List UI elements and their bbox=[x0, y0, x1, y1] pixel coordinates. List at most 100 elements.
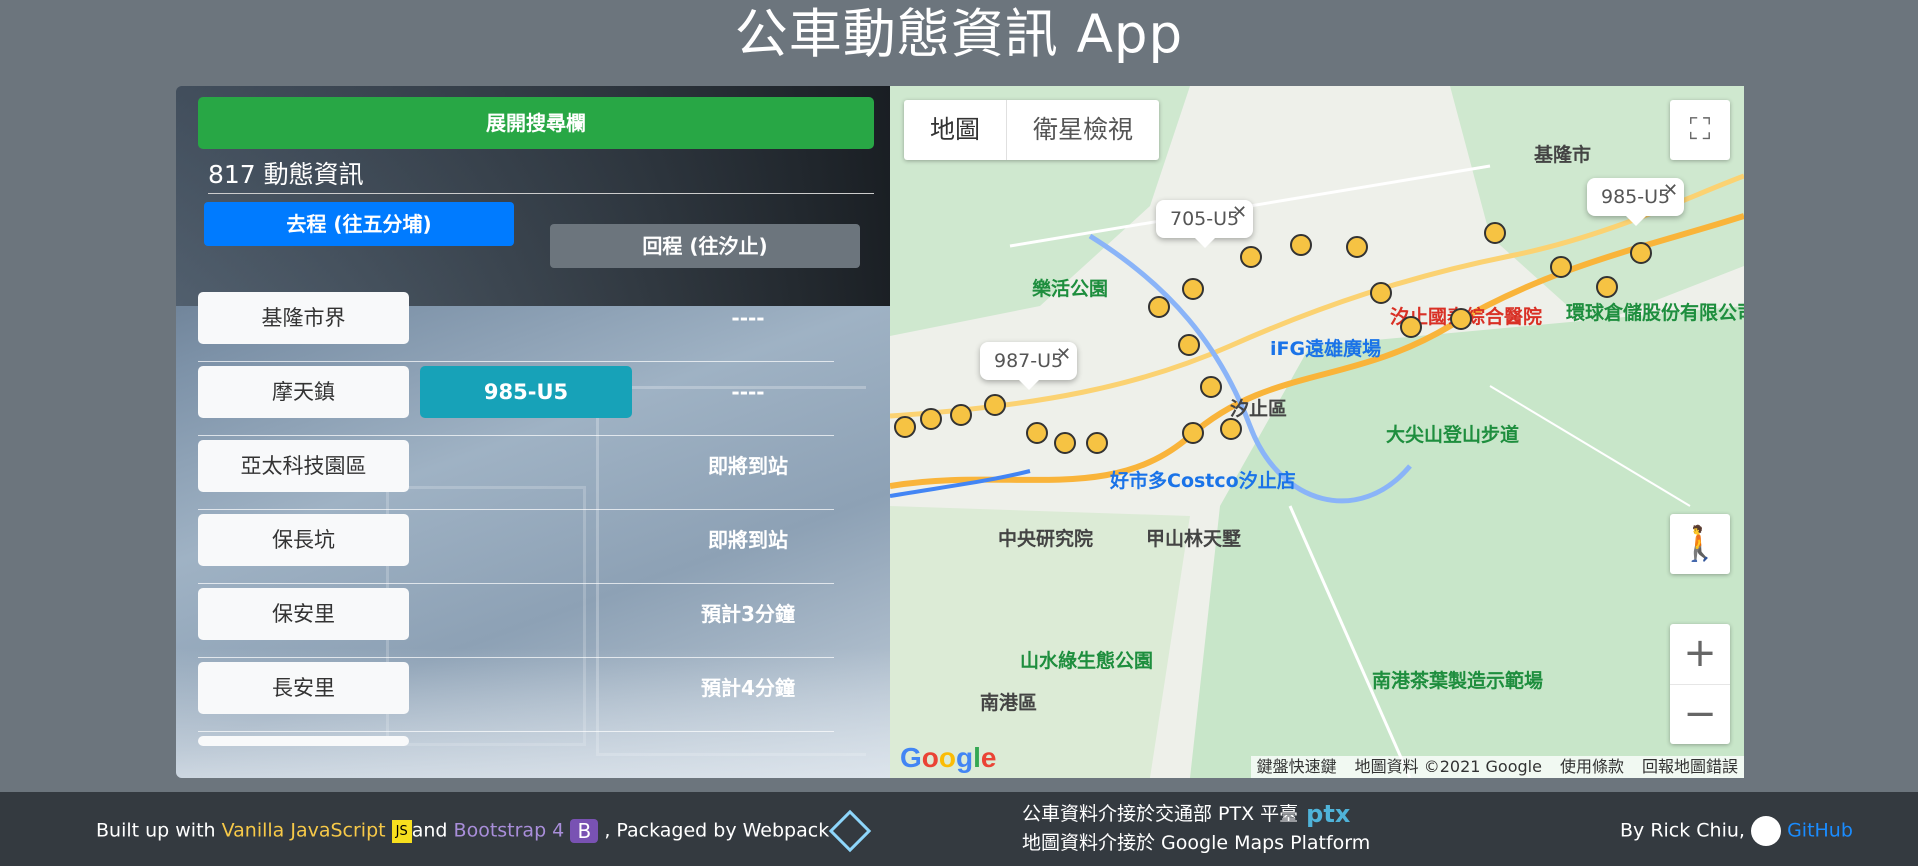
bus-info-panel: 展開搜尋欄 817 動態資訊 去程 (往五分埔) 回程 (往汐止) 基隆市界 -… bbox=[176, 86, 890, 778]
stop-row-partial bbox=[198, 732, 834, 778]
poi-label[interactable]: 環球倉儲股份有限公司 bbox=[1566, 298, 1744, 325]
zoom-out-button[interactable]: − bbox=[1670, 684, 1730, 744]
poi-label[interactable]: 大尖山登山步道 bbox=[1386, 420, 1519, 447]
bus-marker-icon[interactable] bbox=[1484, 222, 1506, 244]
stop-row: 長安里 預計4分鐘 bbox=[198, 658, 834, 732]
bus-marker-icon[interactable] bbox=[1200, 376, 1222, 398]
expand-search-button[interactable]: 展開搜尋欄 bbox=[198, 97, 874, 149]
bus-marker-icon[interactable] bbox=[984, 394, 1006, 416]
infowindow-label: 987-U5 bbox=[994, 350, 1064, 372]
poi-label: 基隆市 bbox=[1534, 144, 1592, 166]
keyboard-shortcuts-link[interactable]: 鍵盤快速鍵 bbox=[1257, 756, 1337, 778]
bus-marker-icon[interactable] bbox=[1178, 334, 1200, 356]
stop-status: 預計4分鐘 bbox=[701, 676, 795, 700]
infowindow-label: 985-U5 bbox=[1601, 186, 1671, 208]
bus-marker-icon[interactable] bbox=[1182, 422, 1204, 444]
map-type-map-button[interactable]: 地圖 bbox=[904, 100, 1006, 160]
close-icon[interactable]: ✕ bbox=[1663, 180, 1678, 201]
ptx-text: 公車資料介接於交通部 PTX 平臺 bbox=[1022, 803, 1299, 825]
github-icon[interactable] bbox=[1751, 816, 1782, 846]
stop-status: 預計3分鐘 bbox=[701, 602, 795, 626]
bus-marker-icon[interactable] bbox=[1290, 234, 1312, 256]
stop-name-button[interactable]: 基隆市界 bbox=[198, 292, 409, 344]
webpack-icon bbox=[829, 809, 872, 853]
close-icon[interactable]: ✕ bbox=[1232, 202, 1247, 223]
infowindow-label: 705-U5 bbox=[1170, 208, 1240, 230]
bus-infowindow[interactable]: 987-U5 ✕ bbox=[980, 342, 1078, 390]
bootstrap-link[interactable]: Bootstrap 4 bbox=[454, 820, 565, 842]
footer-text: and bbox=[411, 819, 454, 842]
stop-status: 即將到站 bbox=[708, 528, 788, 552]
fullscreen-icon[interactable]: ⛶ bbox=[1670, 100, 1730, 160]
route-title: 817 動態資訊 bbox=[208, 156, 874, 194]
direction-back-button[interactable]: 回程 (往汐止) bbox=[550, 224, 860, 268]
bus-marker-icon[interactable] bbox=[1054, 432, 1076, 454]
map-data-text: 地圖資料 ©2021 Google bbox=[1354, 757, 1542, 776]
page-title: 公車動態資訊 App bbox=[734, 4, 1184, 65]
bus-marker-icon[interactable] bbox=[1182, 278, 1204, 300]
poi-label[interactable]: 山水綠生態公園 bbox=[1020, 646, 1153, 673]
stop-name-button[interactable]: 保長坑 bbox=[198, 514, 409, 566]
poi-label[interactable]: 好市多Costco汐止店 bbox=[1110, 466, 1296, 493]
poi-label[interactable]: 樂活公園 bbox=[1032, 274, 1108, 301]
poi-label: 南港區 bbox=[980, 692, 1038, 714]
zoom-in-button[interactable]: + bbox=[1670, 624, 1730, 684]
ptx-logo-icon[interactable]: ptx bbox=[1306, 800, 1350, 829]
vanilla-js-link[interactable]: Vanilla JavaScript bbox=[222, 820, 386, 842]
bus-plate-badge: 985-U5 bbox=[420, 366, 632, 418]
bus-marker-icon[interactable] bbox=[1148, 296, 1170, 318]
footer-text: Built up with bbox=[96, 819, 222, 842]
bus-marker-icon[interactable] bbox=[1450, 308, 1472, 330]
bus-marker-icon[interactable] bbox=[1596, 276, 1618, 298]
bus-infowindow[interactable]: 985-U5 ✕ bbox=[1587, 178, 1685, 226]
poi-label[interactable]: 南港茶葉製造示範場 bbox=[1372, 666, 1543, 693]
stop-row: 亞太科技園區 即將到站 bbox=[198, 436, 834, 510]
report-error-link[interactable]: 回報地圖錯誤 bbox=[1642, 756, 1738, 778]
stop-status: 即將到站 bbox=[708, 454, 788, 478]
poi-label[interactable]: 中央研究院 bbox=[998, 524, 1093, 551]
footer-credits: Built up with Vanilla JavaScript JS and B… bbox=[96, 809, 872, 853]
bus-marker-icon[interactable] bbox=[1220, 418, 1242, 440]
stop-status: ---- bbox=[731, 306, 765, 330]
pegman-icon[interactable]: 🚶 bbox=[1670, 514, 1730, 574]
bus-marker-icon[interactable] bbox=[1400, 316, 1422, 338]
bus-marker-icon[interactable] bbox=[1026, 422, 1048, 444]
site-footer: Built up with Vanilla JavaScript JS and B… bbox=[0, 792, 1918, 866]
bootstrap-icon: B bbox=[570, 819, 599, 843]
footer-author: By Rick Chiu, GitHub bbox=[1620, 816, 1853, 846]
poi-label[interactable]: 甲山林天墅 bbox=[1146, 524, 1241, 551]
poi-label[interactable]: iFG遠雄廣場 bbox=[1270, 334, 1381, 361]
bus-marker-icon[interactable] bbox=[950, 404, 972, 426]
stop-name-button[interactable]: 保安里 bbox=[198, 588, 409, 640]
map-type-control: 地圖 衛星檢視 bbox=[904, 100, 1160, 160]
bus-marker-icon[interactable] bbox=[1550, 256, 1572, 278]
terms-link[interactable]: 使用條款 bbox=[1560, 756, 1624, 778]
author-text: By Rick Chiu, bbox=[1620, 819, 1745, 842]
bus-infowindow[interactable]: 705-U5 ✕ bbox=[1156, 200, 1254, 248]
stop-row: 保長坑 即將到站 bbox=[198, 510, 834, 584]
stop-name-button[interactable]: 摩天鎮 bbox=[198, 366, 409, 418]
bus-marker-icon[interactable] bbox=[1240, 246, 1262, 268]
bus-marker-icon[interactable] bbox=[1370, 282, 1392, 304]
js-icon: JS bbox=[391, 819, 412, 843]
stop-row: 保安里 預計3分鐘 bbox=[198, 584, 834, 658]
google-logo: Google bbox=[900, 742, 997, 773]
footer-data-sources: 公車資料介接於交通部 PTX 平臺 ptx 地圖資料介接於 Google Maps… bbox=[1022, 800, 1370, 858]
bus-marker-icon[interactable] bbox=[894, 416, 916, 438]
direction-go-button[interactable]: 去程 (往五分埔) bbox=[204, 202, 514, 246]
bus-marker-icon[interactable] bbox=[1630, 242, 1652, 264]
close-icon[interactable]: ✕ bbox=[1056, 344, 1071, 365]
github-link[interactable]: GitHub bbox=[1787, 820, 1853, 842]
bus-marker-icon[interactable] bbox=[920, 408, 942, 430]
poi-label: 汐止區 bbox=[1230, 398, 1288, 420]
bus-marker-icon[interactable] bbox=[1346, 236, 1368, 258]
stop-name-button[interactable] bbox=[198, 736, 409, 746]
stop-row: 摩天鎮 985-U5 ---- bbox=[198, 362, 834, 436]
stop-name-button[interactable]: 亞太科技園區 bbox=[198, 440, 409, 492]
bus-marker-icon[interactable] bbox=[1086, 432, 1108, 454]
stop-row: 基隆市界 ---- bbox=[198, 288, 834, 362]
zoom-control: + − bbox=[1670, 624, 1730, 744]
map-type-satellite-button[interactable]: 衛星檢視 bbox=[1006, 100, 1159, 160]
stop-name-button[interactable]: 長安里 bbox=[198, 662, 409, 714]
google-map[interactable]: 地圖 衛星檢視 ⛶ 🚶 + − 705-U5 ✕ 987-U5 ✕ 985-U5… bbox=[890, 86, 1744, 778]
